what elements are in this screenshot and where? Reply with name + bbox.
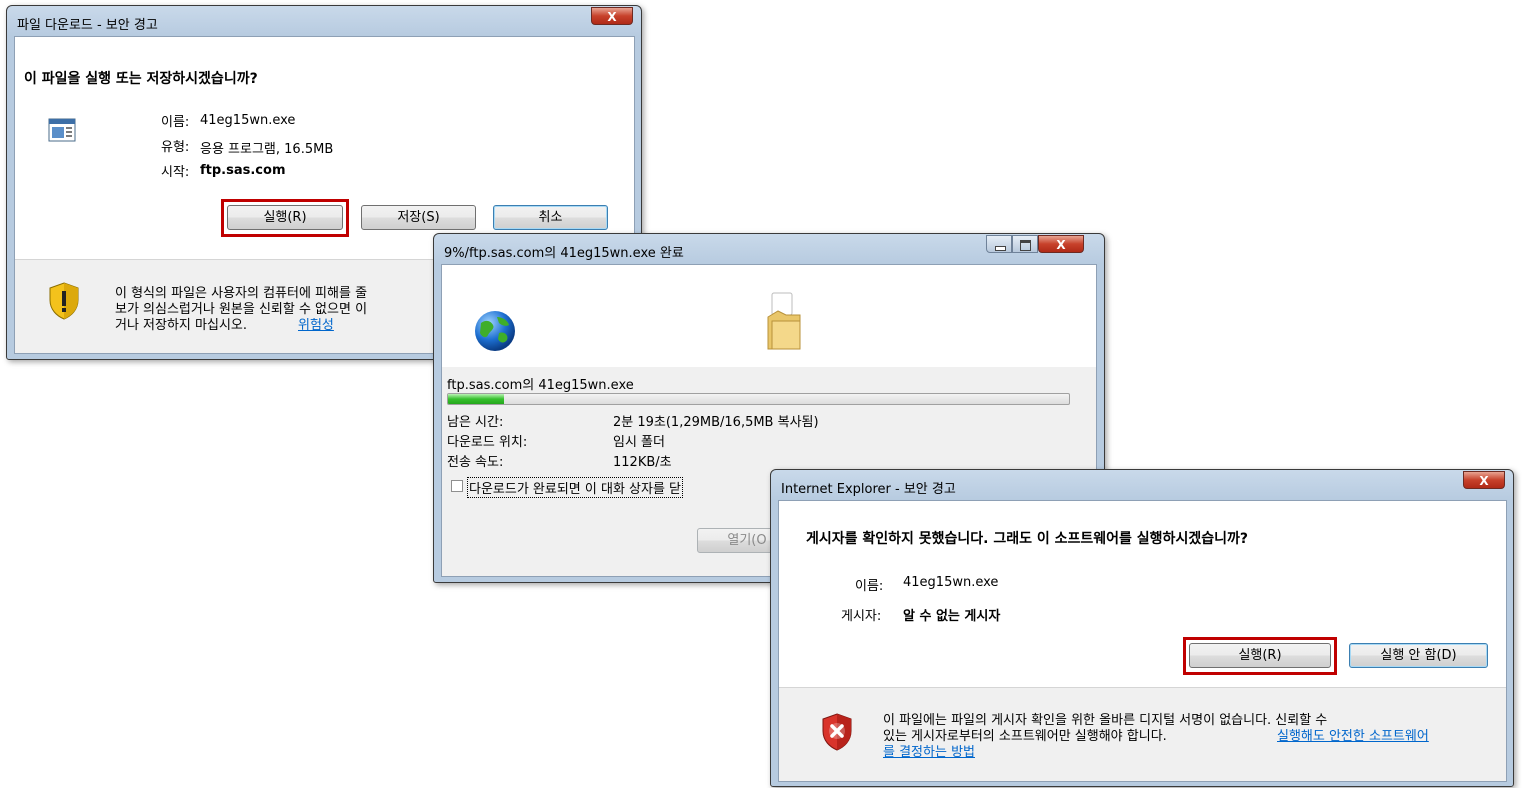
name-value: 41eg15wn.exe xyxy=(903,575,999,590)
window-title: Internet Explorer - 보안 경고 xyxy=(781,482,956,497)
publisher-value: 알 수 없는 게시자 xyxy=(903,609,1001,624)
run-button[interactable]: 실행(R) xyxy=(227,205,343,230)
risk-link[interactable]: 위험성 xyxy=(298,314,334,333)
name-label: 이름: xyxy=(161,115,190,130)
dialog-body: 게시자를 확인하지 못했습니다. 그래도 이 소프트웨어를 실행하시겠습니까? … xyxy=(778,500,1507,782)
time-left-label: 남은 시간: xyxy=(447,415,504,430)
minimize-button[interactable] xyxy=(986,235,1012,253)
program-icon xyxy=(48,118,76,142)
maximize-button[interactable] xyxy=(1012,235,1038,253)
close-when-done-label[interactable]: 다운로드가 완료되면 이 대화 상자를 닫 xyxy=(467,477,684,498)
separator xyxy=(779,687,1506,688)
title-bar[interactable]: 파일 다운로드 - 보안 경고 X xyxy=(7,6,641,36)
transfer-speed-value: 112KB/초 xyxy=(613,455,672,470)
from-value: ftp.sas.com xyxy=(200,163,286,178)
folder-icon xyxy=(767,292,801,350)
cancel-button[interactable]: 취소 xyxy=(493,205,608,230)
download-location-label: 다운로드 위치: xyxy=(447,435,528,450)
progress-fill xyxy=(448,394,504,404)
name-label: 이름: xyxy=(855,579,884,594)
from-label: 시작: xyxy=(161,165,190,180)
safe-software-link[interactable]: 실행해도 안전한 소프트웨어 xyxy=(1277,725,1429,744)
publisher-label: 게시자: xyxy=(841,609,882,624)
close-button[interactable]: X xyxy=(591,7,633,25)
name-value: 41eg15wn.exe xyxy=(200,113,296,128)
title-bar[interactable]: 9%/ftp.sas.com의 41eg15wn.exe 완료 X xyxy=(434,234,1104,264)
title-bar[interactable]: Internet Explorer - 보안 경고 X xyxy=(771,470,1513,500)
globe-icon xyxy=(475,311,515,351)
close-button[interactable]: X xyxy=(1038,235,1084,253)
transfer-speed-label: 전송 속도: xyxy=(447,455,504,470)
warning-text-line3: 거나 저장하지 마십시오. xyxy=(115,318,247,333)
download-source: ftp.sas.com의 41eg15wn.exe xyxy=(447,378,634,393)
type-value: 응용 프로그램, 16.5MB xyxy=(200,142,334,157)
download-location-value: 임시 폴더 xyxy=(613,435,665,450)
close-button[interactable]: X xyxy=(1463,471,1505,489)
dont-run-button[interactable]: 실행 안 함(D) xyxy=(1349,643,1488,668)
time-left-value: 2분 19초(1,29MB/16,5MB 복사됨) xyxy=(613,415,819,430)
error-shield-icon xyxy=(822,713,852,751)
download-progress-bar xyxy=(447,393,1070,405)
type-label: 유형: xyxy=(161,140,190,155)
ie-security-warning-dialog: Internet Explorer - 보안 경고 X 게시자를 확인하지 못했… xyxy=(770,469,1514,787)
save-button[interactable]: 저장(S) xyxy=(361,205,476,230)
window-title: 9%/ftp.sas.com의 41eg15wn.exe 완료 xyxy=(444,246,684,261)
dialog-heading: 이 파일을 실행 또는 저장하시겠습니까? xyxy=(24,71,258,87)
run-button[interactable]: 실행(R) xyxy=(1189,643,1331,668)
warning-shield-icon xyxy=(49,282,79,320)
safe-software-link-cont[interactable]: 를 결정하는 방법 xyxy=(883,741,975,760)
window-title: 파일 다운로드 - 보안 경고 xyxy=(17,18,158,33)
close-when-done-checkbox[interactable] xyxy=(451,480,463,492)
dialog-heading: 게시자를 확인하지 못했습니다. 그래도 이 소프트웨어를 실행하시겠습니까? xyxy=(806,531,1248,547)
